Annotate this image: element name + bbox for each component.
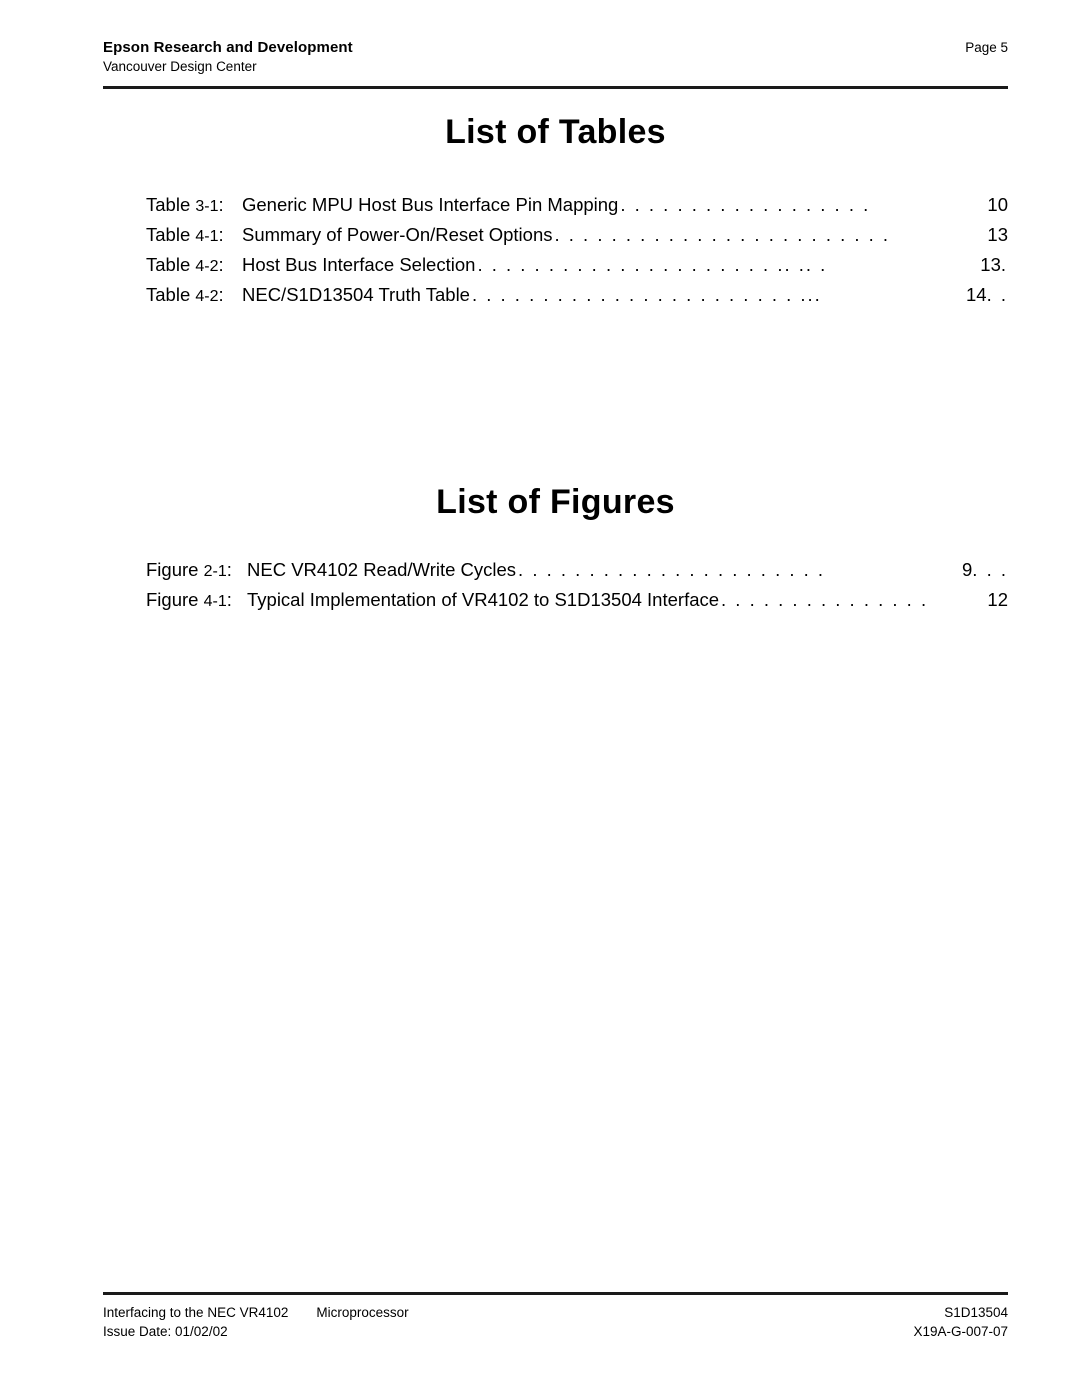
footer-row-2: Issue Date: 01/02/02 X19A-G-007-07 <box>103 1322 1008 1341</box>
toc-entry-page-number: 10 <box>987 194 1008 215</box>
toc-trailing-dots: . <box>1000 256 1008 275</box>
page-footer: Interfacing to the NEC VR4102 Microproce… <box>103 1303 1008 1341</box>
page-header: Epson Research and Development Page 5 Va… <box>103 38 1008 76</box>
toc-entry-figure-2-1[interactable]: Figure 2-1: NEC VR4102 Read/Write Cycles… <box>146 559 1008 591</box>
toc-entry-title: Summary of Power-On/Reset Options <box>242 224 553 245</box>
toc-entry-label: Table 3-1: <box>146 194 224 215</box>
header-subtitle: Vancouver Design Center <box>103 59 257 75</box>
footer-row-1: Interfacing to the NEC VR4102 Microproce… <box>103 1303 1008 1322</box>
toc-list-figures: Figure 2-1: NEC VR4102 Read/Write Cycles… <box>146 559 1008 621</box>
toc-entry-table-3-1[interactable]: Table 3-1: Generic MPU Host Bus Interfac… <box>146 194 1008 226</box>
toc-entry-title: Host Bus Interface Selection <box>242 254 476 275</box>
footer-part-number: S1D13504 <box>944 1305 1008 1320</box>
page-title-list-of-tables: List of Tables <box>445 113 666 151</box>
toc-trailing-dots: . . <box>986 286 1008 305</box>
toc-entry-title: NEC/S1D13504 Truth Table <box>242 284 470 305</box>
toc-entry-table-4-2-truth-table[interactable]: Table 4-2: NEC/S1D13504 Truth Table . . … <box>146 284 1008 316</box>
toc-entry-page-number: 13 <box>987 224 1008 245</box>
toc-list-tables: Table 3-1: Generic MPU Host Bus Interfac… <box>146 194 1008 316</box>
toc-entry-page-number: 12 <box>987 589 1008 610</box>
toc-entry-table-4-2-host-bus[interactable]: Table 4-2: Host Bus Interface Selection … <box>146 254 1008 286</box>
toc-leader-dots: . . . . . . . . . . . . . . . <box>721 591 929 610</box>
toc-entry-page-number: 9 <box>962 559 973 580</box>
header-divider-rule <box>103 86 1008 89</box>
footer-document-title: Interfacing to the NEC VR4102 Microproce… <box>103 1303 409 1322</box>
toc-entry-label: Table 4-1: <box>146 224 224 245</box>
toc-entry-title: Typical Implementation of VR4102 to S1D1… <box>247 589 720 610</box>
toc-entry-title: Generic MPU Host Bus Interface Pin Mappi… <box>242 194 619 215</box>
toc-entry-label: Table 4-2: <box>146 254 224 275</box>
toc-entry-page-number: 13 <box>980 254 1001 275</box>
footer-document-title-main: Interfacing to the NEC VR4102 <box>103 1305 289 1320</box>
toc-entry-figure-4-1[interactable]: Figure 4-1: Typical Implementation of VR… <box>146 589 1008 621</box>
toc-trailing-dots: . . . <box>972 561 1008 580</box>
toc-entry-title: NEC VR4102 Read/Write Cycles <box>247 559 517 580</box>
footer-issue-date: Issue Date: 01/02/02 <box>103 1324 228 1340</box>
footer-divider-rule <box>103 1292 1008 1295</box>
toc-entry-table-4-1[interactable]: Table 4-1: Summary of Power-On/Reset Opt… <box>146 224 1008 256</box>
header-page-number: Page 5 <box>965 40 1008 55</box>
footer-document-title-suffix: Microprocessor <box>316 1305 409 1320</box>
toc-leader-dots: . . . . . . . . . . . . . . . . . . . . … <box>471 286 822 305</box>
toc-leader-dots: . . . . . . . . . . . . . . . . . . . . … <box>518 561 826 580</box>
footer-document-code: X19A-G-007-07 <box>913 1324 1008 1340</box>
toc-entry-page-number: 14 <box>966 284 987 305</box>
toc-entry-label: Figure 2-1: <box>146 559 232 580</box>
toc-leader-dots: . . . . . . . . . . . . . . . . . . . . … <box>554 226 891 245</box>
toc-entry-label: Table 4-2: <box>146 284 224 305</box>
toc-entry-label: Figure 4-1: <box>146 589 232 610</box>
page-header-top-row: Epson Research and Development Page 5 <box>103 38 1008 58</box>
document-page: Epson Research and Development Page 5 Va… <box>0 0 1080 1397</box>
header-company-title: Epson Research and Development <box>103 39 353 56</box>
toc-leader-dots: . . . . . . . . . . . . . . . . . . <box>620 196 871 215</box>
toc-leader-dots: . . . . . . . . . . . . . . . . . . . . … <box>477 256 828 275</box>
page-title-list-of-figures: List of Figures <box>436 483 675 521</box>
